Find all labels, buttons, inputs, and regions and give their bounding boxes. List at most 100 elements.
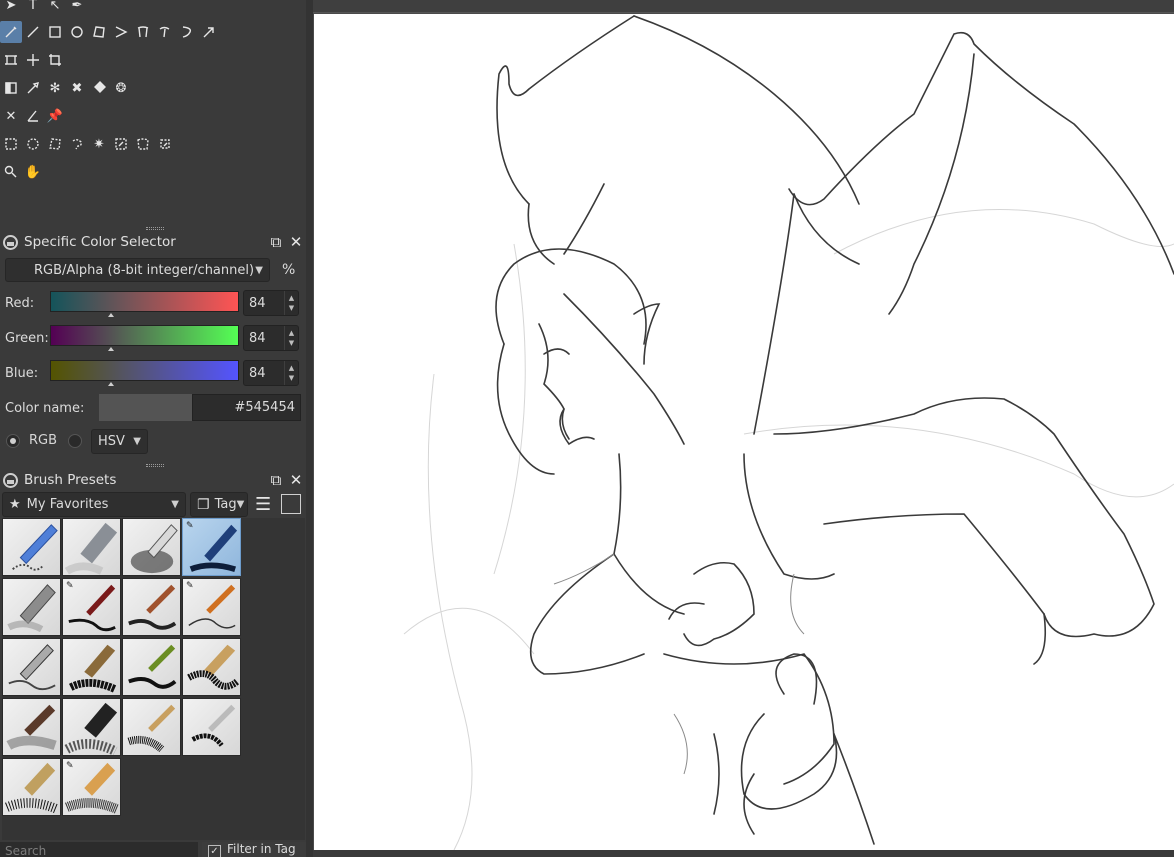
multibrush-icon[interactable] [198, 21, 220, 43]
contiguous-select-icon[interactable]: ✷ [88, 133, 110, 155]
select-shapes-icon[interactable]: ➤ [0, 0, 22, 16]
color-picker-icon[interactable] [22, 77, 44, 99]
color-space-select[interactable]: RGB/Alpha (8-bit integer/channel) ▼ [5, 258, 270, 282]
pan-icon[interactable]: ✋ [22, 161, 44, 183]
hsv-value: HSV [98, 434, 125, 449]
brush-preset[interactable] [122, 638, 181, 696]
brush-preset[interactable] [122, 698, 181, 756]
dynamic-brush-icon[interactable] [176, 21, 198, 43]
bookmark-icon: ❐ [197, 496, 210, 513]
chevron-down-icon: ▼ [236, 499, 245, 510]
text-icon[interactable]: T [22, 0, 44, 16]
freehand-path-icon[interactable] [154, 21, 176, 43]
dock-scrollbar[interactable] [306, 0, 313, 857]
close-icon[interactable]: ✕ [286, 233, 306, 251]
pen-icon: ✎ [186, 521, 194, 531]
reference-icon[interactable]: 📌 [44, 105, 66, 127]
brush-presets-title: Brush Presets [24, 472, 117, 488]
brush-preset[interactable] [182, 638, 241, 696]
smart-patch-icon[interactable]: ✖ [66, 77, 88, 99]
brush-preset[interactable] [2, 518, 61, 576]
zoom-icon[interactable] [0, 161, 22, 183]
brush-preset[interactable] [62, 698, 121, 756]
brush-preset-grid: ✎ ✎ ✎ ✎ [2, 518, 305, 840]
enclose-fill-icon[interactable]: ❂ [110, 77, 132, 99]
percent-toggle[interactable]: % [282, 262, 295, 278]
dock-splitter[interactable] [146, 464, 164, 467]
crop-icon[interactable] [44, 49, 66, 71]
chevron-down-icon: ▼ [133, 436, 141, 447]
fill-icon[interactable] [88, 77, 110, 99]
freehand-brush-icon[interactable] [0, 21, 22, 43]
green-slider-handle[interactable] [108, 347, 114, 351]
green-slider[interactable] [50, 325, 239, 346]
blue-slider[interactable] [50, 360, 239, 381]
color-selector-title: Specific Color Selector [24, 234, 176, 250]
spin-arrows-icon[interactable]: ▲ ▼ [284, 326, 298, 350]
lock-icon[interactable] [3, 472, 18, 488]
blue-spinbox[interactable]: 84 ▲ ▼ [243, 360, 299, 386]
tag-button-label: Tag [214, 497, 237, 512]
calligraphy-icon[interactable]: ✒ [66, 0, 88, 16]
color-hex-field[interactable]: #545454 [192, 394, 301, 421]
blue-value: 84 [249, 365, 266, 381]
brush-preset[interactable] [62, 638, 121, 696]
hsv-select[interactable]: HSV ▼ [91, 429, 148, 454]
polygon-icon[interactable] [88, 21, 110, 43]
tag-filter-select[interactable]: ★ My Favorites ▼ [2, 492, 186, 517]
colorize-mask-icon[interactable]: ✻ [44, 77, 66, 99]
float-icon[interactable]: ⧉ [266, 471, 286, 489]
similar-select-icon[interactable] [110, 133, 132, 155]
menu-icon[interactable]: ☰ [255, 494, 271, 515]
brush-preset[interactable]: ✎ [62, 758, 121, 816]
spin-arrows-icon[interactable]: ▲ ▼ [284, 361, 298, 385]
brush-preset[interactable] [2, 578, 61, 636]
hsv-radio[interactable] [68, 434, 82, 448]
brush-preset[interactable]: ✎ [62, 578, 121, 636]
ellipse-icon[interactable] [66, 21, 88, 43]
brush-preset[interactable] [2, 638, 61, 696]
drawing-canvas[interactable] [314, 14, 1174, 850]
lock-icon[interactable] [3, 234, 18, 250]
bezier-select-icon[interactable] [132, 133, 154, 155]
brush-preset-selected[interactable]: ✎ [182, 518, 241, 576]
preset-search-input[interactable]: Search [0, 842, 198, 857]
ellipse-select-icon[interactable] [22, 133, 44, 155]
brush-preset[interactable] [122, 578, 181, 636]
brush-preset[interactable] [62, 518, 121, 576]
gradient-icon[interactable] [0, 77, 22, 99]
sketch-artwork [403, 15, 1174, 850]
measure-icon[interactable] [22, 105, 44, 127]
filter-in-tag-checkbox[interactable]: ✓ Filter in Tag [202, 842, 306, 857]
brush-preset[interactable] [122, 518, 181, 576]
move-icon[interactable] [22, 49, 44, 71]
assistant-icon[interactable]: ✕ [0, 105, 22, 127]
red-slider-handle[interactable] [108, 313, 114, 317]
rect-select-icon[interactable] [0, 133, 22, 155]
polygon-select-icon[interactable] [44, 133, 66, 155]
red-slider[interactable] [50, 291, 239, 312]
line-icon[interactable] [22, 21, 44, 43]
transform-icon[interactable] [0, 49, 22, 71]
red-spinbox[interactable]: 84 ▲ ▼ [243, 290, 299, 316]
freehand-select-icon[interactable] [66, 133, 88, 155]
brush-preset[interactable] [2, 698, 61, 756]
blue-slider-handle[interactable] [108, 382, 114, 386]
tag-button[interactable]: ❐ Tag ▼ [190, 492, 248, 517]
blue-label: Blue: [5, 366, 39, 381]
brush-preset[interactable]: ✎ [182, 578, 241, 636]
polyline-icon[interactable] [110, 21, 132, 43]
bezier-icon[interactable] [132, 21, 154, 43]
close-icon[interactable]: ✕ [286, 471, 306, 489]
float-icon[interactable]: ⧉ [266, 233, 286, 251]
green-spinbox[interactable]: 84 ▲ ▼ [243, 325, 299, 351]
brush-presets-header: Brush Presets ⧉ ✕ [0, 468, 306, 492]
spin-arrows-icon[interactable]: ▲ ▼ [284, 291, 298, 315]
view-mode-icon[interactable] [281, 494, 301, 514]
rgb-radio[interactable] [6, 434, 20, 448]
edit-shapes-icon[interactable]: ↖ [44, 0, 66, 16]
rectangle-icon[interactable] [44, 21, 66, 43]
brush-preset[interactable] [182, 698, 241, 756]
magnetic-select-icon[interactable] [154, 133, 176, 155]
brush-preset[interactable] [2, 758, 61, 816]
